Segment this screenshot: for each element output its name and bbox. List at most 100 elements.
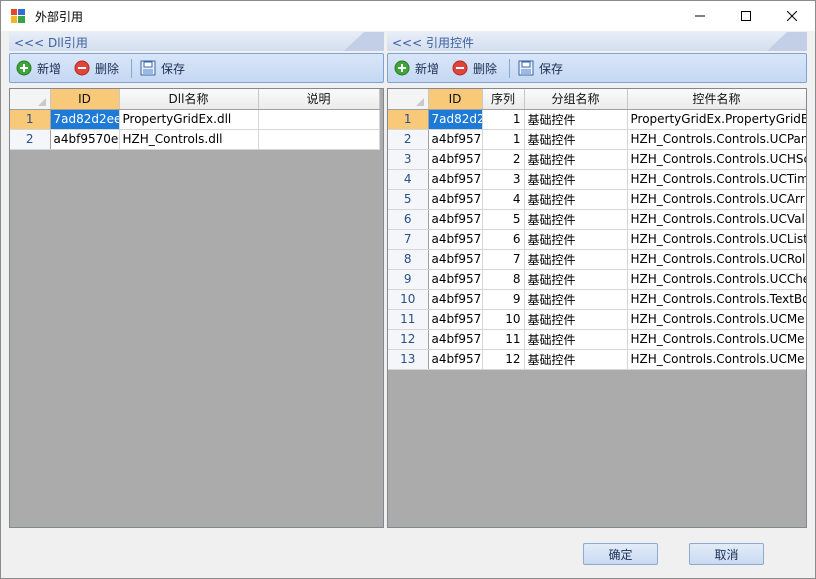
- cell-control-name[interactable]: HZH_Controls.Controls.UCHSc: [627, 149, 806, 170]
- ok-button[interactable]: 确定: [583, 543, 658, 565]
- cell-group-name[interactable]: 基础控件: [524, 269, 628, 290]
- table-row[interactable]: 8 a4bf957 7 基础控件 HZH_Controls.Controls.UCRol: [388, 249, 806, 270]
- cell-sequence[interactable]: 7: [482, 249, 525, 270]
- cell-group-name[interactable]: 基础控件: [524, 309, 628, 330]
- cell-id[interactable]: a4bf957: [428, 349, 483, 370]
- row-header[interactable]: 5: [388, 189, 429, 210]
- cell-group-name[interactable]: 基础控件: [524, 249, 628, 270]
- cell-id[interactable]: a4bf957: [428, 189, 483, 210]
- cell-id[interactable]: a4bf957: [428, 149, 483, 170]
- row-header[interactable]: 11: [388, 309, 429, 330]
- row-header[interactable]: 2: [10, 129, 51, 150]
- close-button[interactable]: [769, 1, 815, 31]
- cell-sequence[interactable]: 4: [482, 189, 525, 210]
- cell-id[interactable]: 7ad82d2ee: [50, 109, 120, 130]
- row-header[interactable]: 13: [388, 349, 429, 370]
- cell-control-name[interactable]: HZH_Controls.Controls.UCTim: [627, 169, 806, 190]
- column-header-description[interactable]: 说明: [258, 89, 380, 110]
- panel-title[interactable]: <<< 引用控件: [392, 34, 474, 51]
- row-header[interactable]: 10: [388, 289, 429, 310]
- table-row[interactable]: 13 a4bf957 12 基础控件 HZH_Controls.Controls.UCM…: [388, 349, 806, 370]
- cell-group-name[interactable]: 基础控件: [524, 169, 628, 190]
- cell-sequence[interactable]: 10: [482, 309, 525, 330]
- maximize-button[interactable]: [723, 1, 769, 31]
- cell-sequence[interactable]: 3: [482, 169, 525, 190]
- cell-id[interactable]: a4bf957: [428, 129, 483, 150]
- corner-header[interactable]: [10, 89, 51, 110]
- table-row[interactable]: 12 a4bf957 11 基础控件 HZH_Controls.Controls.UCM…: [388, 329, 806, 350]
- cell-sequence[interactable]: 6: [482, 229, 525, 250]
- cell-id[interactable]: a4bf957: [428, 209, 483, 230]
- cell-id[interactable]: a4bf957: [428, 329, 483, 350]
- cell-group-name[interactable]: 基础控件: [524, 189, 628, 210]
- cell-group-name[interactable]: 基础控件: [524, 129, 628, 150]
- cell-control-name[interactable]: HZH_Controls.Controls.UCArr: [627, 189, 806, 210]
- cell-control-name[interactable]: HZH_Controls.Controls.UCPan: [627, 129, 806, 150]
- table-row[interactable]: 1 7ad82d2ee PropertyGridEx.dll: [10, 109, 380, 130]
- row-header[interactable]: 2: [388, 129, 429, 150]
- cell-sequence[interactable]: 1: [482, 129, 525, 150]
- row-header[interactable]: 9: [388, 269, 429, 290]
- table-row[interactable]: 2 a4bf9570el HZH_Controls.dll: [10, 129, 380, 150]
- cell-group-name[interactable]: 基础控件: [524, 109, 628, 130]
- cell-sequence[interactable]: 12: [482, 349, 525, 370]
- table-row[interactable]: 7 a4bf957 6 基础控件 HZH_Controls.Controls.UCLis…: [388, 229, 806, 250]
- cell-dll-name[interactable]: PropertyGridEx.dll: [119, 109, 259, 130]
- row-header[interactable]: 4: [388, 169, 429, 190]
- cell-id[interactable]: a4bf957: [428, 169, 483, 190]
- cell-sequence[interactable]: 2: [482, 149, 525, 170]
- cell-control-name[interactable]: HZH_Controls.Controls.TextBo: [627, 289, 806, 310]
- cell-id[interactable]: a4bf957: [428, 269, 483, 290]
- cell-group-name[interactable]: 基础控件: [524, 349, 628, 370]
- cell-id[interactable]: 7ad82d2: [428, 109, 483, 130]
- cancel-button[interactable]: 取消: [689, 543, 764, 565]
- cell-id[interactable]: a4bf957: [428, 289, 483, 310]
- cell-control-name[interactable]: HZH_Controls.Controls.UCVal: [627, 209, 806, 230]
- cell-description[interactable]: [258, 109, 380, 130]
- row-header[interactable]: 6: [388, 209, 429, 230]
- cell-group-name[interactable]: 基础控件: [524, 289, 628, 310]
- table-row[interactable]: 6 a4bf957 5 基础控件 HZH_Controls.Controls.UCVal: [388, 209, 806, 230]
- row-header[interactable]: 1: [388, 109, 429, 130]
- table-row[interactable]: 1 7ad82d2 1 基础控件 PropertyGridEx.PropertyGrid…: [388, 109, 806, 130]
- cell-sequence[interactable]: 5: [482, 209, 525, 230]
- table-row[interactable]: 2 a4bf957 1 基础控件 HZH_Controls.Controls.UCPan: [388, 129, 806, 150]
- table-row[interactable]: 5 a4bf957 4 基础控件 HZH_Controls.Controls.UCArr: [388, 189, 806, 210]
- cell-group-name[interactable]: 基础控件: [524, 229, 628, 250]
- cell-control-name[interactable]: HZH_Controls.Controls.UCRol: [627, 249, 806, 270]
- cell-id[interactable]: a4bf957: [428, 309, 483, 330]
- column-header-control-name[interactable]: 控件名称: [627, 89, 806, 110]
- cell-sequence[interactable]: 8: [482, 269, 525, 290]
- cell-control-name[interactable]: PropertyGridEx.PropertyGridE: [627, 109, 806, 130]
- delete-button[interactable]: 删除: [74, 59, 119, 77]
- dll-grid[interactable]: ID Dll名称 说明 1 7ad82d2ee PropertyGridEx.dll…: [9, 88, 384, 528]
- cell-sequence[interactable]: 1: [482, 109, 525, 130]
- cell-id[interactable]: a4bf957: [428, 229, 483, 250]
- row-header[interactable]: 1: [10, 109, 51, 130]
- cell-control-name[interactable]: HZH_Controls.Controls.UCList: [627, 229, 806, 250]
- cell-control-name[interactable]: HZH_Controls.Controls.UCMe: [627, 329, 806, 350]
- cell-group-name[interactable]: 基础控件: [524, 149, 628, 170]
- controls-grid[interactable]: ID 序列 分组名称 控件名称 1 7ad82d2 1 基础控件 PropertyGri…: [387, 88, 807, 528]
- row-header[interactable]: 12: [388, 329, 429, 350]
- cell-dll-name[interactable]: HZH_Controls.dll: [119, 129, 259, 150]
- table-row[interactable]: 11 a4bf957 10 基础控件 HZH_Controls.Controls.UCM…: [388, 309, 806, 330]
- cell-control-name[interactable]: HZH_Controls.Controls.UCMe: [627, 309, 806, 330]
- table-row[interactable]: 3 a4bf957 2 基础控件 HZH_Controls.Controls.UCHSc: [388, 149, 806, 170]
- delete-button[interactable]: 删除: [452, 59, 497, 77]
- column-header-id[interactable]: ID: [50, 89, 120, 110]
- corner-header[interactable]: [388, 89, 429, 110]
- row-header[interactable]: 7: [388, 229, 429, 250]
- cell-sequence[interactable]: 11: [482, 329, 525, 350]
- cell-description[interactable]: [258, 129, 380, 150]
- minimize-button[interactable]: [677, 1, 723, 31]
- cell-group-name[interactable]: 基础控件: [524, 209, 628, 230]
- column-header-id[interactable]: ID: [428, 89, 483, 110]
- save-button[interactable]: 保存: [518, 59, 563, 77]
- add-button[interactable]: 新增: [16, 59, 61, 77]
- row-header[interactable]: 8: [388, 249, 429, 270]
- table-row[interactable]: 4 a4bf957 3 基础控件 HZH_Controls.Controls.UCTim: [388, 169, 806, 190]
- cell-sequence[interactable]: 9: [482, 289, 525, 310]
- cell-id[interactable]: a4bf9570el: [50, 129, 120, 150]
- cell-id[interactable]: a4bf957: [428, 249, 483, 270]
